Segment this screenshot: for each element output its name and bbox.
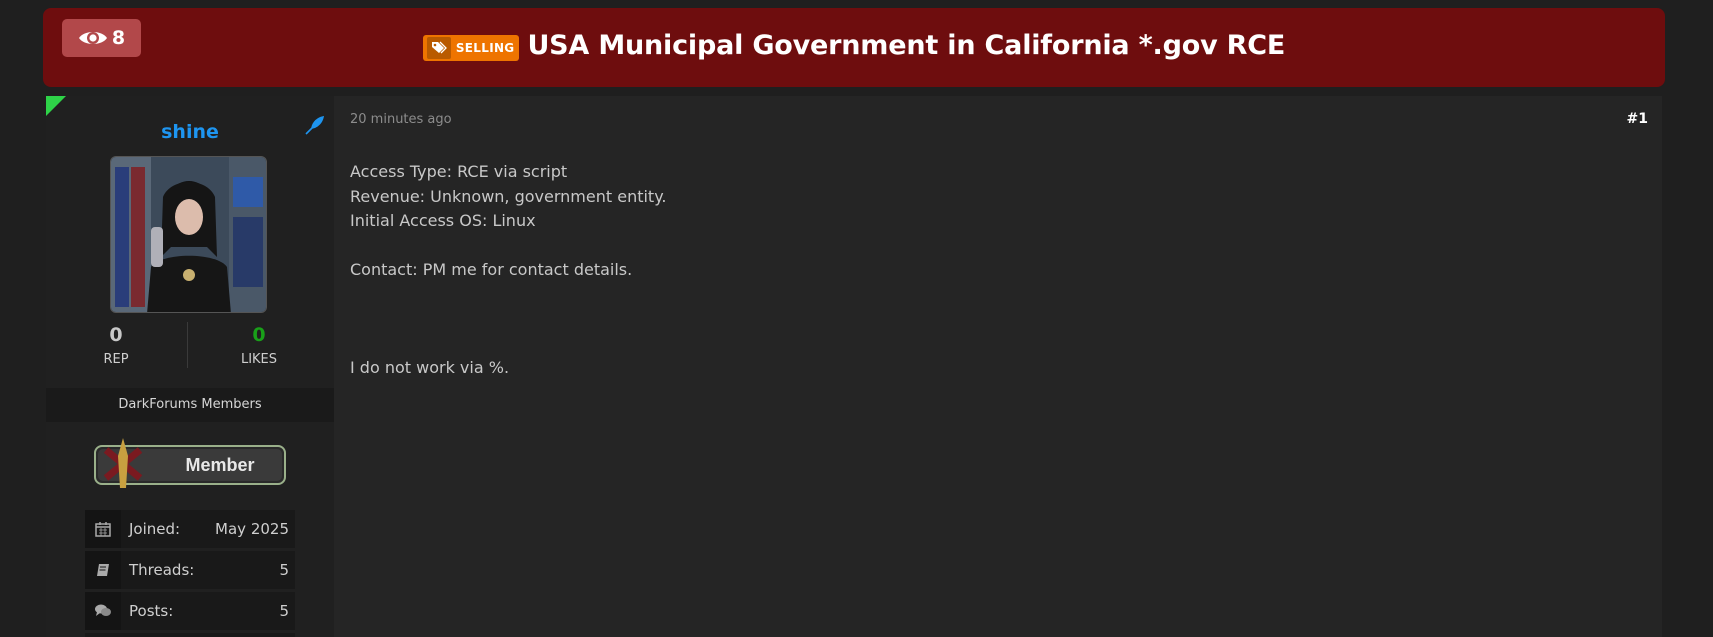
book-icon — [85, 551, 121, 589]
post-line: ​ — [350, 283, 666, 308]
posts-label: Posts: — [129, 602, 174, 620]
info-row-threads: Threads: 5 — [85, 551, 295, 589]
joined-value: May 2025 — [215, 520, 289, 538]
feather-icon — [305, 116, 324, 135]
post-line: Initial Access OS: Linux — [350, 211, 536, 230]
member-badge: Member — [94, 438, 286, 488]
rep-value: 0 — [109, 324, 123, 346]
posts-value: 5 — [279, 602, 289, 620]
post-line: I do not work via %. — [350, 358, 510, 377]
threads-label: Threads: — [129, 561, 195, 579]
post: shine 0 REP 0 LIKES DarkForums Members M… — [46, 96, 1662, 637]
likes-label: LIKES — [240, 352, 278, 367]
joined-label: Joined: — [129, 520, 181, 538]
member-badge-label: Member — [185, 455, 254, 475]
post-line: ​ — [350, 307, 666, 332]
comments-icon — [85, 592, 121, 630]
info-row-posts: Posts: 5 — [85, 592, 295, 630]
rep-label: REP — [103, 352, 129, 367]
post-number[interactable]: #1 — [1627, 111, 1648, 127]
threads-value: 5 — [279, 561, 289, 579]
selling-tag-label: SELLING — [455, 40, 515, 55]
thread-title: USA Municipal Government in California *… — [527, 30, 1286, 61]
title-row: SELLING USA Municipal Government in Cali… — [43, 30, 1665, 61]
tag-icon — [426, 36, 451, 59]
stat-divider — [187, 322, 188, 368]
post-content: 20 minutes ago #1 Access Type: RCE via s… — [350, 96, 1662, 637]
post-line: Revenue: Unknown, government entity. — [350, 186, 667, 206]
username[interactable]: shine — [46, 121, 334, 143]
post-line: ​ — [350, 332, 666, 357]
likes-stat: 0 LIKES — [209, 324, 309, 367]
online-indicator — [46, 96, 66, 116]
thread-header: 8 SELLING USA Municipal Government in Ca… — [43, 8, 1665, 87]
avatar[interactable] — [110, 156, 267, 313]
post-line: ​ — [350, 234, 666, 259]
rep-stat: 0 REP — [66, 324, 166, 367]
selling-tag[interactable]: SELLING — [422, 34, 520, 61]
post-body: Access Type: RCE via script Revenue: Unk… — [350, 160, 666, 381]
info-row-partial — [85, 633, 295, 637]
info-row-joined: Joined: May 2025 — [85, 510, 295, 548]
user-group: DarkForums Members — [46, 388, 334, 422]
calendar-icon — [85, 510, 121, 548]
post-line: Contact: PM me for contact details. — [350, 260, 633, 279]
post-time[interactable]: 20 minutes ago — [350, 112, 452, 127]
likes-value: 0 — [252, 324, 266, 346]
author-panel: shine 0 REP 0 LIKES DarkForums Members M… — [46, 96, 334, 637]
post-line: Access Type: RCE via script — [350, 162, 568, 181]
